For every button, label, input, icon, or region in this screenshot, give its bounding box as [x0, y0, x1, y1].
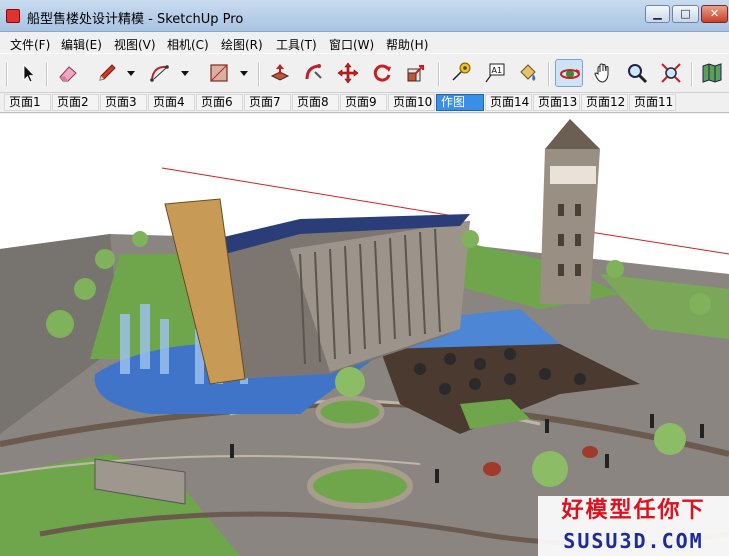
watermark-site: SUSU3D.COM [538, 526, 729, 556]
scene-tab[interactable]: 页面8 [292, 94, 339, 111]
round-planter-large [307, 463, 413, 509]
map-icon [702, 63, 722, 83]
tape-measure-tool-button[interactable] [446, 59, 474, 87]
paint-bucket-icon [520, 64, 536, 81]
pencil-icon [99, 64, 116, 81]
magnifier-icon [628, 64, 648, 84]
menu-edit[interactable]: 编辑(E) [61, 36, 102, 53]
pan-tool-button[interactable] [589, 59, 617, 87]
text-tool-label: A1 [492, 66, 503, 75]
scene-tab[interactable]: 页面7 [244, 94, 291, 111]
push-pull-tool-button[interactable] [266, 59, 294, 87]
follow-me-icon [305, 64, 322, 80]
clock-tower-belfry [550, 166, 596, 184]
rotate-icon [373, 64, 391, 82]
model-viewport[interactable] [0, 114, 729, 556]
zoom-extents-icon [661, 63, 681, 83]
eraser-tool-button[interactable] [54, 59, 82, 87]
zoom-extents-tool-button[interactable] [657, 59, 685, 87]
move-tool-button[interactable] [334, 59, 362, 87]
arc-icon [150, 65, 169, 82]
window-title: 船型售楼处设计精模 - SketchUp Pro [27, 12, 244, 27]
scene-tab[interactable]: 页面13 [533, 94, 580, 111]
arc-tool-button[interactable] [146, 59, 174, 87]
scene-tab[interactable]: 页面1 [4, 94, 51, 111]
scene-tab[interactable]: 页面4 [148, 94, 195, 111]
text-label-icon: A1 [485, 63, 505, 83]
scene-tab[interactable]: 页面11 [629, 94, 676, 111]
rectangle-dropdown-arrow-icon[interactable] [239, 68, 249, 78]
round-planter [315, 395, 385, 429]
tape-measure-icon [452, 62, 471, 81]
pencil-dropdown-arrow-icon[interactable] [126, 68, 136, 78]
scene-tab[interactable]: 页面6 [196, 94, 243, 111]
push-pull-icon [270, 64, 290, 81]
follow-me-tool-button[interactable] [300, 59, 328, 87]
orbit-icon [560, 69, 580, 79]
red-axis-line [589, 231, 729, 255]
rectangle-icon [210, 64, 228, 82]
scene-render [0, 119, 729, 556]
arrow-cursor-icon [23, 64, 35, 83]
maximize-button[interactable]: □ [672, 5, 699, 23]
toolbar-separator [258, 62, 260, 86]
watermark-slogan: 好模型任你下 [538, 496, 729, 526]
scene-tabs-bar: 页面1 页面2 页面3 页面4 页面6 页面7 页面8 页面9 页面10 作图 … [0, 93, 729, 113]
menu-help[interactable]: 帮助(H) [386, 36, 428, 53]
paint-bucket-tool-button[interactable] [514, 59, 542, 87]
menu-bar: 文件(F) 编辑(E) 视图(V) 相机(C) 绘图(R) 工具(T) 窗口(W… [0, 33, 729, 53]
pencil-tool-button[interactable] [93, 59, 121, 87]
scene-tab-active[interactable]: 作图 [436, 94, 484, 111]
menu-camera[interactable]: 相机(C) [167, 36, 209, 53]
toolbar: A1 [0, 53, 729, 93]
scene-tab[interactable]: 页面9 [340, 94, 387, 111]
toolbar-separator [438, 62, 440, 86]
minimize-button[interactable]: ▁ [645, 5, 670, 23]
map-tool-button[interactable] [698, 59, 726, 87]
text-tool-button[interactable]: A1 [480, 59, 508, 87]
toolbar-grip [6, 62, 8, 86]
toolbar-separator [691, 62, 693, 86]
scale-icon [407, 65, 424, 82]
arc-dropdown-arrow-icon[interactable] [180, 68, 190, 78]
rotate-tool-button[interactable] [368, 59, 396, 87]
sketchup-app-icon [6, 9, 20, 23]
scene-tab[interactable]: 页面3 [100, 94, 147, 111]
title-bar: 船型售楼处设计精模 - SketchUp Pro ▁ □ ✕ [0, 0, 729, 32]
hand-icon [594, 63, 609, 83]
scene-tab[interactable]: 页面2 [52, 94, 99, 111]
toolbar-separator [46, 62, 48, 86]
orbit-tool-button[interactable] [555, 59, 583, 87]
menu-view[interactable]: 视图(V) [114, 36, 156, 53]
scale-tool-button[interactable] [402, 59, 430, 87]
menu-tools[interactable]: 工具(T) [276, 36, 317, 53]
scene-tab[interactable]: 页面12 [581, 94, 628, 111]
scene-tab[interactable]: 页面14 [485, 94, 532, 111]
scene-tab[interactable]: 页面10 [388, 94, 435, 111]
close-button[interactable]: ✕ [701, 5, 728, 23]
menu-draw[interactable]: 绘图(R) [221, 36, 263, 53]
menu-window[interactable]: 窗口(W) [329, 36, 374, 53]
move-icon [337, 62, 359, 84]
menu-file[interactable]: 文件(F) [10, 36, 50, 53]
eraser-icon [59, 66, 77, 82]
zoom-tool-button[interactable] [623, 59, 651, 87]
select-tool-button[interactable] [14, 59, 42, 87]
clock-tower-roof [545, 119, 600, 149]
rectangle-tool-button[interactable] [205, 59, 233, 87]
toolbar-separator [548, 62, 550, 86]
